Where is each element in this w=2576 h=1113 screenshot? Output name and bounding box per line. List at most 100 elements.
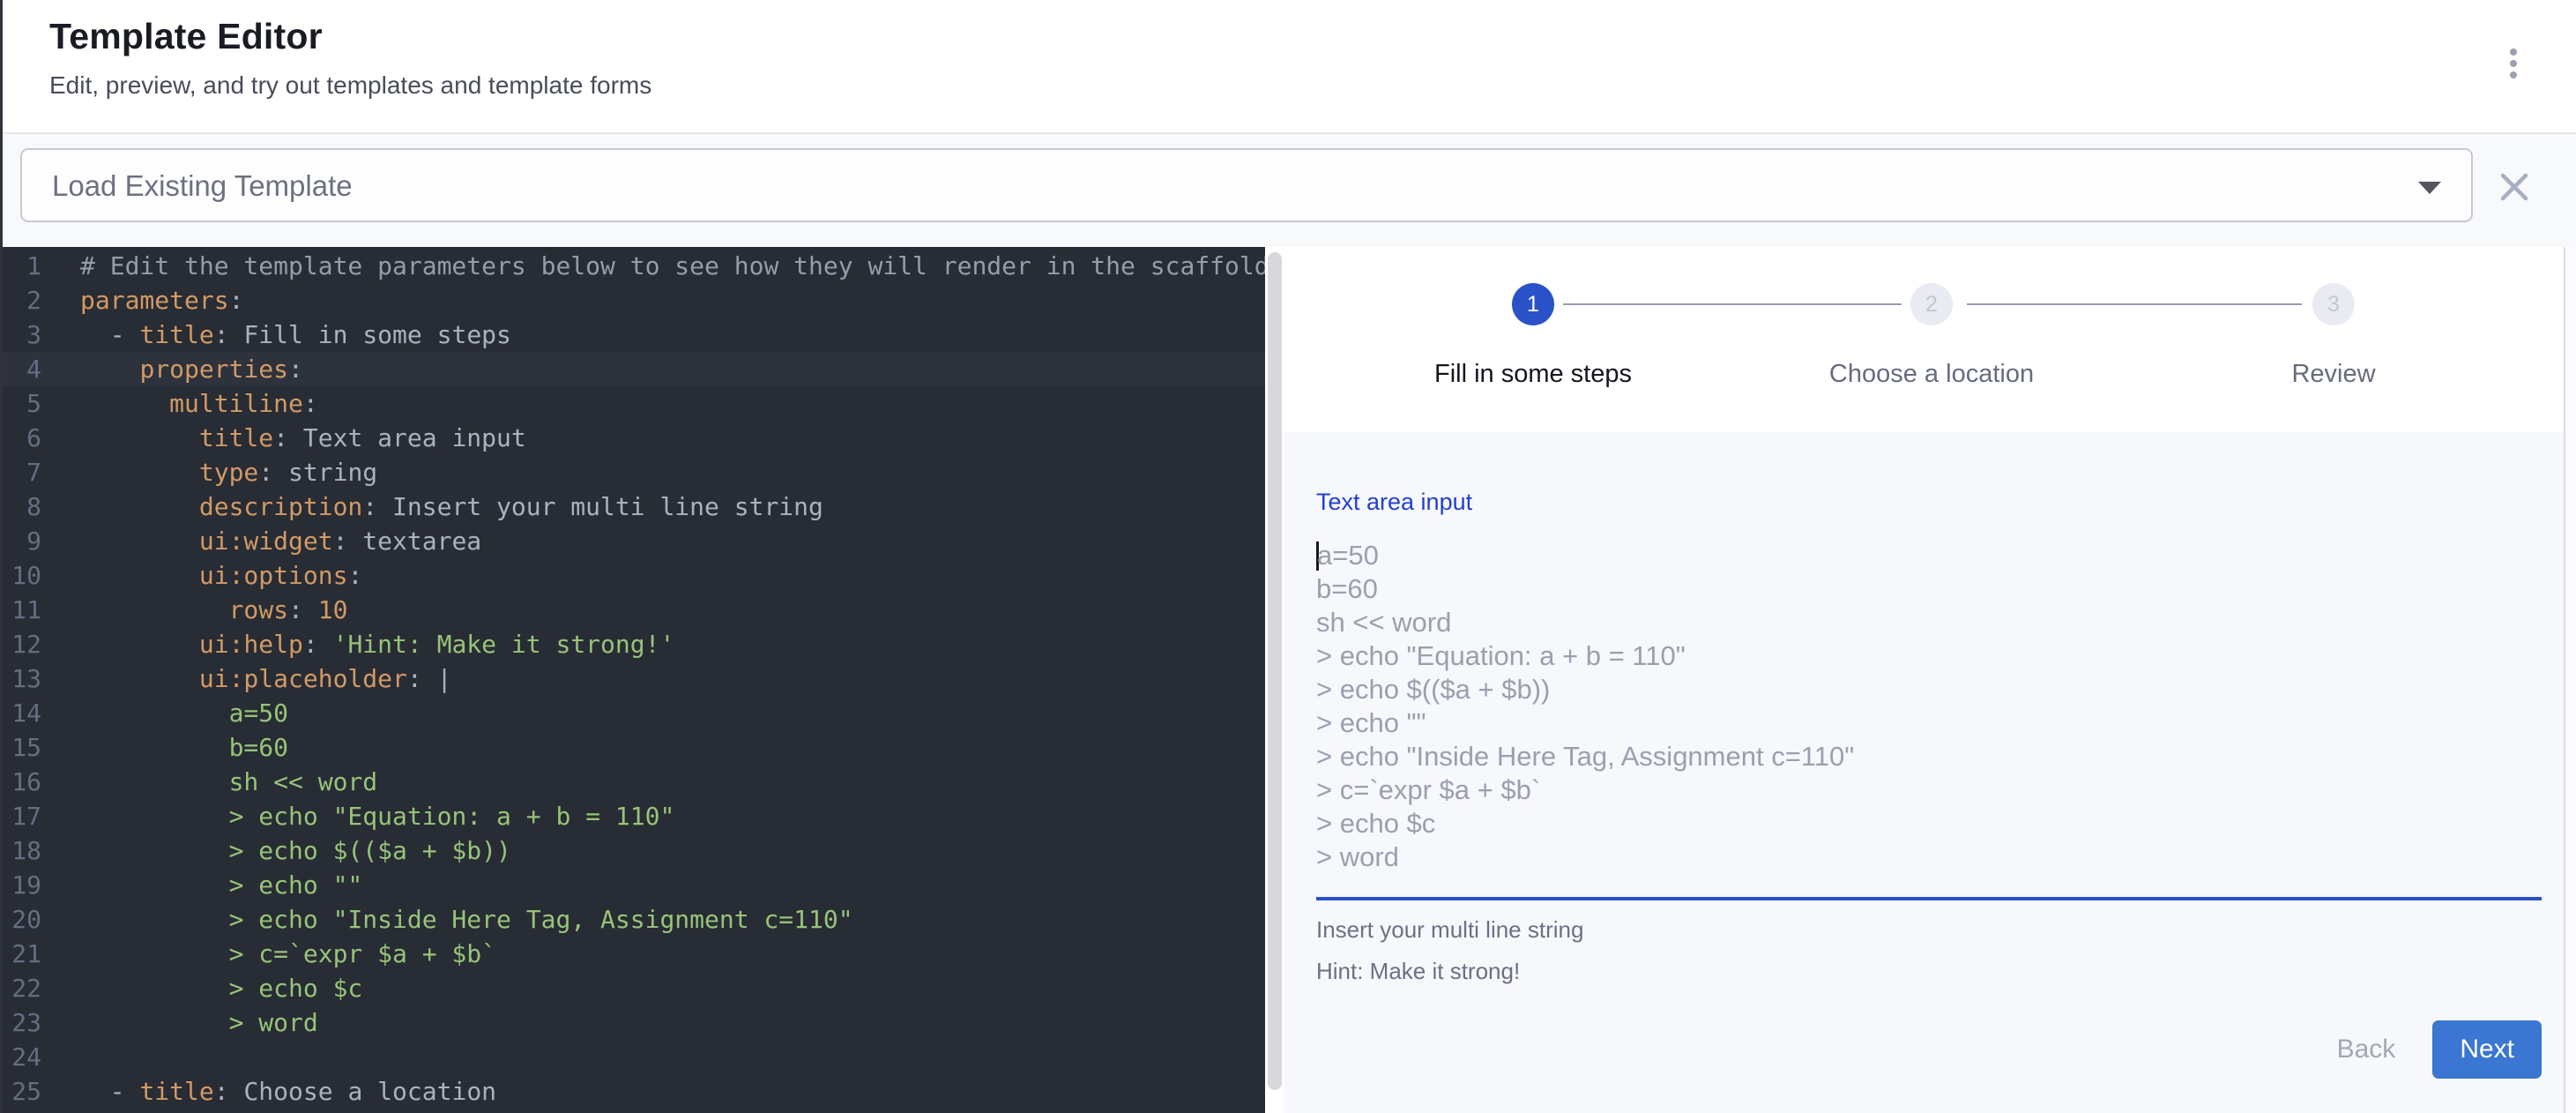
line-number: 17 [3,799,57,833]
textarea-placeholder-line: > echo "" [1316,706,2542,740]
kebab-menu-icon [2510,71,2517,78]
code-text [57,1040,80,1074]
code-text: rows: 10 [57,593,347,627]
textarea-placeholder-line: > echo "Equation: a + b = 110" [1316,639,2542,673]
code-line[interactable]: 24 [3,1040,1265,1074]
load-template-select[interactable]: Load Existing Template [20,148,2473,222]
kebab-menu-icon [2510,49,2517,56]
line-number: 4 [3,352,57,386]
form-step-card: Text area input a=50b=60sh << word> echo… [1284,432,2564,1113]
textarea-placeholder-line: a=50 [1316,539,2542,572]
code-line[interactable]: 12 ui:help: 'Hint: Make it strong!' [3,627,1265,661]
step-label: Review [2157,360,2510,389]
scrollbar-thumb[interactable] [1268,252,1282,1090]
code-line[interactable]: 8 description: Insert your multi line st… [3,489,1265,524]
step-label: Fill in some steps [1357,360,1709,389]
code-text: multiline: [57,386,318,421]
code-text: ui:options: [57,558,362,593]
template-editor-page: Template Editor Edit, preview, and try o… [0,0,2576,1113]
main-split: 1# Edit the template parameters below to… [3,247,2576,1113]
back-button[interactable]: Back [2312,1022,2421,1077]
code-line[interactable]: 21 > c=`expr $a + $b` [3,937,1265,971]
page-scrollbar-track[interactable] [2564,247,2576,1113]
code-line[interactable]: 22 > echo $c [3,971,1265,1005]
code-line[interactable]: 4 properties: [3,352,1265,386]
text-cursor [1316,542,1319,571]
line-number: 25 [3,1074,57,1109]
code-line[interactable]: 19 > echo "" [3,868,1265,902]
more-options-button[interactable] [2506,45,2520,82]
code-line[interactable]: 14 a=50 [3,696,1265,730]
line-number: 5 [3,386,57,421]
code-line[interactable]: 9 ui:widget: textarea [3,524,1265,558]
line-number: 21 [3,937,57,971]
code-text: sh << word [57,765,377,799]
page-header: Template Editor Edit, preview, and try o… [3,0,2576,134]
code-text: ui:placeholder: | [57,661,451,696]
line-number: 16 [3,765,57,799]
code-text: type: string [57,455,377,489]
field-help-text: Hint: Make it strong! [1316,956,2542,986]
code-line[interactable]: 17 > echo "Equation: a + b = 110" [3,799,1265,833]
line-number: 2 [3,283,57,317]
line-number: 13 [3,661,57,696]
line-number: 3 [3,317,57,352]
code-line[interactable]: 18 > echo $(($a + $b)) [3,833,1265,868]
field-label: Text area input [1316,489,2542,516]
code-line[interactable]: 7 type: string [3,455,1265,489]
code-text: > echo "Equation: a + b = 110" [57,799,674,833]
code-line[interactable]: 25 - title: Choose a location [3,1074,1265,1109]
line-number: 12 [3,627,57,661]
code-line[interactable]: 5 multiline: [3,386,1265,421]
next-button[interactable]: Next [2432,1020,2542,1079]
code-line[interactable]: 15 b=60 [3,730,1265,765]
line-number: 15 [3,730,57,765]
multiline-textarea[interactable]: a=50b=60sh << word> echo "Equation: a + … [1316,539,2542,900]
editor-scrollbar[interactable] [1265,247,1284,1113]
code-text: description: Insert your multi line stri… [57,489,823,524]
line-number: 18 [3,833,57,868]
code-text: - title: Fill in some steps [57,317,511,352]
textarea-placeholder-line: > c=`expr $a + $b` [1316,773,2542,807]
code-line[interactable]: 1# Edit the template parameters below to… [3,249,1265,283]
code-line[interactable]: 13 ui:placeholder: | [3,661,1265,696]
code-text: > word [57,1005,318,1040]
code-text: properties: [57,352,303,386]
code-text: title: Text area input [57,421,526,455]
line-number: 7 [3,455,57,489]
field-description: Insert your multi line string [1316,915,2542,945]
code-text: > echo "Inside Here Tag, Assignment c=11… [57,902,853,937]
line-number: 23 [3,1005,57,1040]
code-line[interactable]: 10 ui:options: [3,558,1265,593]
step-connector-line [1967,303,2302,305]
textarea-placeholder-line: sh << word [1316,606,2542,639]
step-indicator: 3 [2312,283,2355,325]
code-text: > echo $c [57,971,362,1005]
line-number: 20 [3,902,57,937]
line-number: 10 [3,558,57,593]
chevron-down-icon[interactable] [2418,182,2441,194]
code-text: parameters: [57,283,243,317]
step-indicator: 2 [1910,283,1953,325]
line-number: 6 [3,421,57,455]
line-number: 14 [3,696,57,730]
code-line[interactable]: 2parameters: [3,283,1265,317]
code-editor[interactable]: 1# Edit the template parameters below to… [3,247,1265,1113]
textarea-placeholder-line: > echo $(($a + $b)) [1316,673,2542,706]
code-line[interactable]: 23 > word [3,1005,1265,1040]
code-line[interactable]: 20 > echo "Inside Here Tag, Assignment c… [3,902,1265,937]
step-indicator: 1 [1512,283,1554,325]
line-number: 24 [3,1040,57,1074]
close-icon[interactable] [2495,168,2534,206]
code-line[interactable]: 6 title: Text area input [3,421,1265,455]
code-text: ui:help: 'Hint: Make it strong!' [57,627,674,661]
line-number: 8 [3,489,57,524]
line-number: 9 [3,524,57,558]
code-line[interactable]: 11 rows: 10 [3,593,1265,627]
code-text: > echo "" [57,868,362,902]
code-line[interactable]: 3 - title: Fill in some steps [3,317,1265,352]
code-line[interactable]: 16 sh << word [3,765,1265,799]
code-text: > c=`expr $a + $b` [57,937,496,971]
page-title: Template Editor [49,16,2576,57]
textarea-placeholder-line: > echo $c [1316,807,2542,840]
